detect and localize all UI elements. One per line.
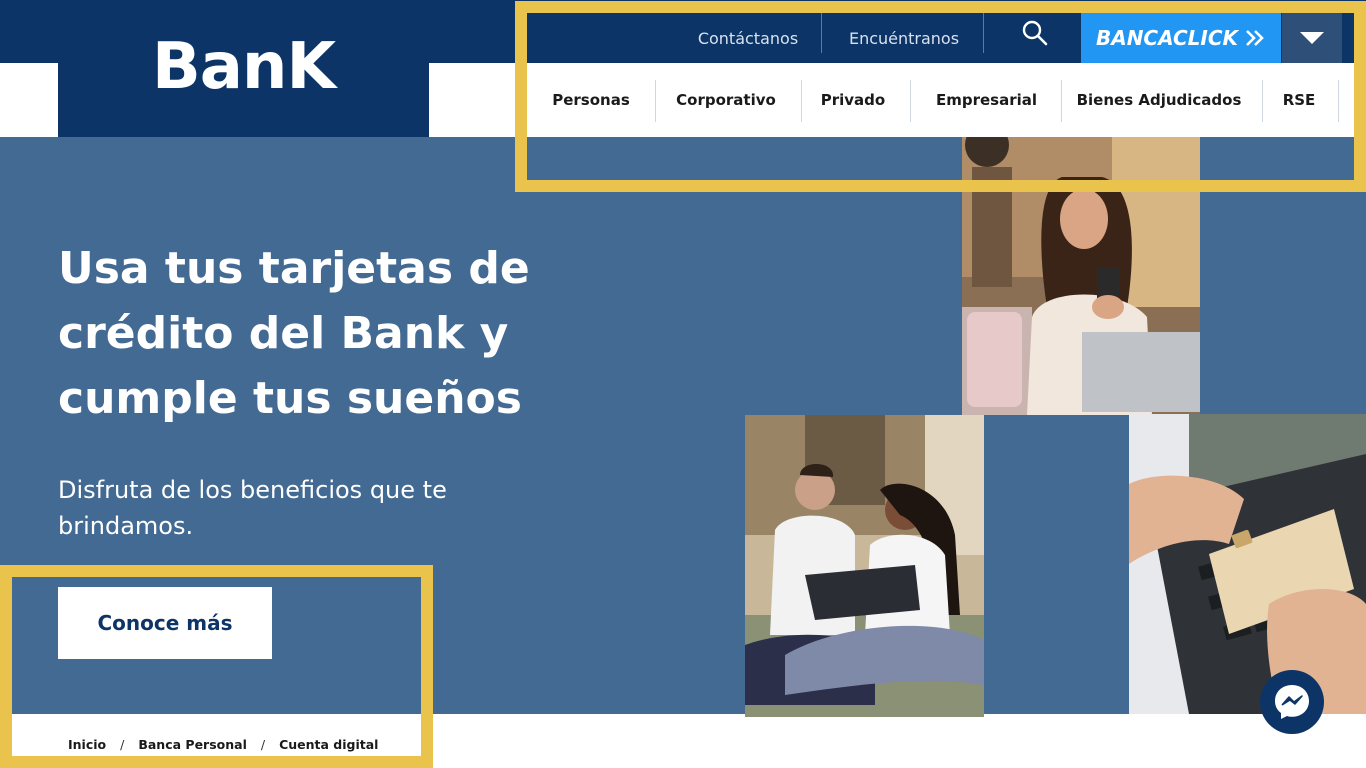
hero-subtitle: Disfruta de los beneficios que te brinda… — [58, 476, 447, 540]
nav-divider — [801, 80, 802, 122]
utility-divider — [821, 13, 822, 53]
utility-divider — [983, 13, 984, 53]
double-chevron-right-icon — [1246, 30, 1264, 46]
nav-divider — [1338, 80, 1339, 122]
breadcrumb-item-personal-banking[interactable]: Banca Personal — [138, 737, 247, 752]
nav-divider — [1262, 80, 1263, 122]
messenger-chat-button[interactable] — [1260, 670, 1324, 734]
contact-link[interactable]: Contáctanos — [680, 13, 816, 63]
search-button[interactable] — [1000, 13, 1070, 53]
nav-item-personas[interactable]: Personas — [535, 63, 647, 137]
nav-divider — [1061, 80, 1062, 122]
hero-title: Usa tus tarjetas de crédito del Bank y c… — [58, 243, 530, 424]
photo-woman-phone — [962, 137, 1200, 415]
breadcrumb-separator: / — [260, 736, 266, 752]
caret-down-icon — [1300, 32, 1324, 44]
nav-item-corporativo[interactable]: Corporativo — [660, 63, 792, 137]
nav-divider — [655, 80, 656, 122]
breadcrumb-item-home[interactable]: Inicio — [68, 737, 106, 752]
nav-divider — [910, 80, 911, 122]
search-icon — [1022, 20, 1048, 46]
photo-credit-card-laptop — [1129, 414, 1366, 714]
messenger-icon — [1275, 685, 1309, 719]
menu-dropdown-button[interactable] — [1282, 13, 1342, 63]
breadcrumb-separator: / — [120, 736, 125, 752]
bancaclick-button[interactable]: BANCACLICK — [1081, 13, 1281, 63]
photo-couple-sofa — [745, 415, 984, 717]
nav-item-bienes-adjudicados[interactable]: Bienes Adjudicados — [1066, 63, 1252, 137]
bancaclick-label: BANCACLICK — [1095, 26, 1239, 50]
nav-item-privado[interactable]: Privado — [806, 63, 900, 137]
learn-more-button[interactable]: Conoce más — [58, 587, 272, 659]
breadcrumb-item-digital-account: Cuenta digital — [279, 736, 379, 752]
logo-text: BanK — [151, 29, 336, 104]
find-us-link[interactable]: Encuéntranos — [830, 13, 978, 63]
nav-item-empresarial[interactable]: Empresarial — [914, 63, 1059, 137]
nav-item-rse[interactable]: RSE — [1266, 63, 1332, 137]
breadcrumb: Inicio / Banca Personal / Cuenta digital — [68, 730, 378, 758]
logo[interactable]: BanK — [58, 0, 429, 137]
